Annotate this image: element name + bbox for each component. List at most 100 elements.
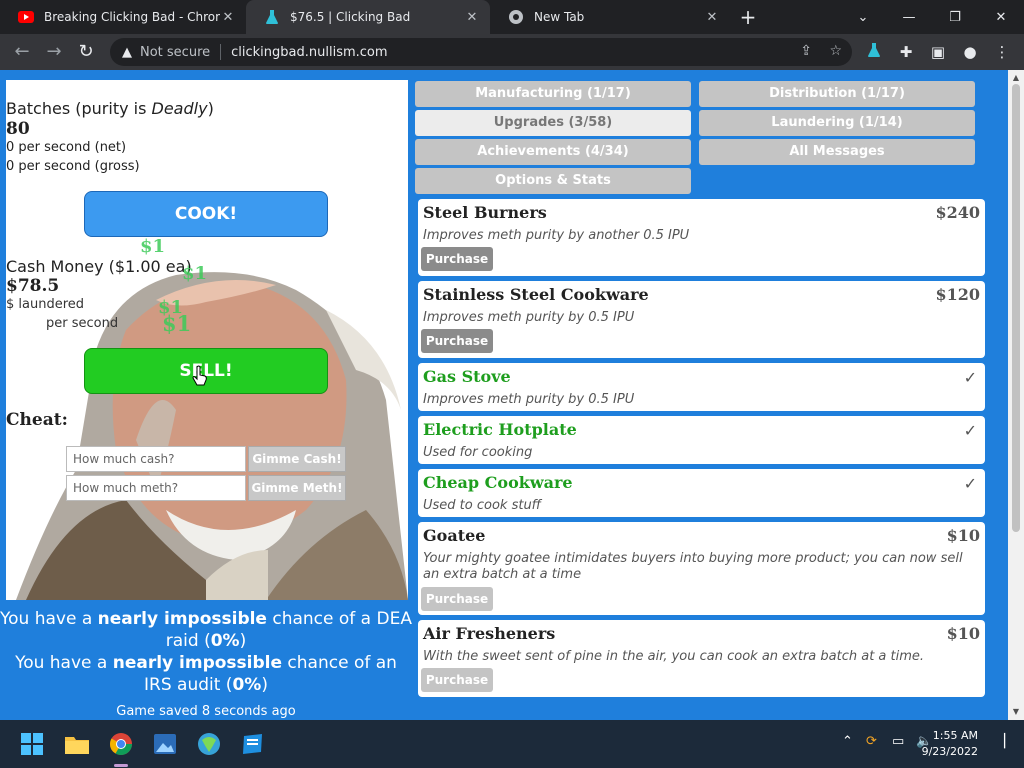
per-second-text: per second: [46, 316, 119, 331]
system-clock[interactable]: 1:55 AM 9/23/2022: [922, 728, 978, 760]
batches-count: 80: [6, 119, 30, 139]
risk-percent: 0%: [210, 631, 240, 651]
chrome-taskbar-icon[interactable]: [105, 728, 137, 760]
upgrade-name: Goatee: [423, 526, 486, 545]
tab-manufacturing[interactable]: Manufacturing (1/17): [415, 81, 691, 107]
browser-tab-active[interactable]: $76.5 | Clicking Bad ✕: [246, 0, 490, 34]
tab-upgrades[interactable]: Upgrades (3/58): [415, 110, 691, 136]
close-window-icon[interactable]: ✕: [978, 0, 1024, 34]
upgrade-description: Used for cooking: [423, 445, 533, 460]
close-icon[interactable]: ✕: [704, 10, 720, 25]
tab-options-stats[interactable]: Options & Stats: [415, 168, 691, 194]
tab-search-icon[interactable]: ⌄: [840, 0, 886, 34]
browser-tab[interactable]: Breaking Clicking Bad - Chrome W ✕: [0, 0, 246, 34]
page-scrollbar[interactable]: ▲ ▼: [1008, 70, 1024, 720]
upgrade-name: Stainless Steel Cookware: [423, 285, 649, 304]
upgrade-price: $10: [946, 624, 980, 643]
risk-level: nearly impossible: [112, 653, 283, 673]
clock-date: 9/23/2022: [921, 745, 978, 758]
browser-app-icon[interactable]: [193, 728, 225, 760]
share-icon[interactable]: ⇪: [800, 43, 812, 59]
browser-tab[interactable]: New Tab ✕: [490, 0, 730, 34]
meth-amount-input[interactable]: [66, 475, 246, 501]
tab-title: Breaking Clicking Bad - Chrome W: [44, 10, 220, 24]
scrollbar-thumb[interactable]: [1012, 84, 1020, 532]
upgrade-item: Air Fresheners $10 With the sweet sent o…: [418, 620, 985, 697]
chevron-up-icon[interactable]: ⌃: [842, 734, 853, 749]
upgrade-name: Electric Hotplate: [423, 420, 577, 439]
floating-dollar: $1: [140, 236, 166, 257]
display-icon[interactable]: ▭: [892, 734, 904, 749]
checkmark-icon: ✓: [963, 421, 977, 440]
cash-amount-input[interactable]: [66, 446, 246, 472]
risk-text: ): [239, 631, 247, 651]
tab-title: $76.5 | Clicking Bad: [290, 10, 411, 24]
cash-amount: $78.5: [6, 276, 60, 296]
divider: [220, 44, 222, 60]
url-text: clickingbad.nullism.com: [231, 44, 388, 60]
tab-distribution[interactable]: Distribution (1/17): [699, 81, 975, 107]
extensions-icon[interactable]: ✚: [896, 42, 916, 62]
app-icon[interactable]: [237, 728, 269, 760]
chrome-icon: [508, 9, 524, 25]
address-bar[interactable]: ▲ Not secure clickingbad.nullism.com ⇪ ☆: [110, 38, 852, 66]
rate-net: 0 per second (net): [6, 140, 127, 155]
upgrade-item: Stainless Steel Cookware $120 Improves m…: [418, 281, 985, 358]
irs-risk-text: You have a nearly impossible chance of a…: [0, 652, 412, 696]
upgrade-description: Your mighty goatee intimidates buyers in…: [423, 551, 963, 582]
checkmark-icon: ✓: [963, 474, 977, 493]
left-panel: Batches (purity is Deadly) 80 0 per seco…: [6, 80, 408, 600]
upgrade-name: Steel Burners: [423, 203, 547, 222]
tab-achievements[interactable]: Achievements (4/34): [415, 139, 691, 165]
file-explorer-icon[interactable]: [61, 728, 93, 760]
gimme-meth-button[interactable]: Gimme Meth!: [248, 475, 346, 501]
gimme-cash-button[interactable]: Gimme Cash!: [248, 446, 346, 472]
tab-laundering[interactable]: Laundering (1/14): [699, 110, 975, 136]
windows-taskbar: ⌃ ⟳ ▭ 🔈 1:55 AM 9/23/2022 ▏: [0, 720, 1024, 768]
upgrade-item: Goatee $10 Your mighty goatee intimidate…: [418, 522, 985, 615]
upgrade-item-owned: Gas Stove ✓ Improves meth purity by 0.5 …: [418, 363, 985, 411]
tab-all-messages[interactable]: All Messages: [699, 139, 975, 165]
upgrade-price: $120: [935, 285, 980, 304]
notification-icon[interactable]: ▏: [1004, 734, 1014, 749]
portrait-image: [6, 80, 408, 600]
batches-title: Batches (purity is Deadly): [6, 99, 408, 118]
cook-button[interactable]: COOK!: [84, 191, 328, 237]
menu-icon[interactable]: ⋮: [992, 42, 1012, 62]
minimize-icon[interactable]: —: [886, 0, 932, 34]
scroll-down-icon[interactable]: ▼: [1008, 704, 1024, 720]
purchase-button[interactable]: Purchase: [421, 329, 493, 353]
new-tab-button[interactable]: +: [738, 6, 758, 28]
purity-value: Deadly: [151, 99, 208, 118]
upgrade-description: Improves meth purity by 0.5 IPU: [423, 310, 635, 325]
floating-dollar: $1: [162, 311, 192, 336]
back-icon[interactable]: ←: [10, 40, 34, 64]
save-status: Game saved 8 seconds ago: [116, 704, 296, 719]
bookmark-star-icon[interactable]: ☆: [829, 43, 842, 59]
flask-extension-icon[interactable]: [864, 42, 884, 62]
flask-icon: [264, 9, 280, 25]
side-panel-icon[interactable]: ▣: [928, 42, 948, 62]
photos-icon[interactable]: [149, 728, 181, 760]
youtube-icon: [18, 9, 34, 25]
upgrade-name: Gas Stove: [423, 367, 511, 386]
windows-start-icon[interactable]: [16, 728, 48, 760]
close-icon[interactable]: ✕: [464, 10, 480, 25]
browser-tab-strip: Breaking Clicking Bad - Chrome W ✕ $76.5…: [0, 0, 1024, 34]
purchase-button[interactable]: Purchase: [421, 247, 493, 271]
forward-icon[interactable]: →: [42, 40, 66, 64]
hand-cursor-icon: [192, 365, 207, 386]
close-icon[interactable]: ✕: [220, 10, 236, 25]
upgrade-item-owned: Electric Hotplate ✓ Used for cooking: [418, 416, 985, 464]
purchase-button[interactable]: Purchase: [421, 668, 493, 692]
laundered-text: $ laundered: [6, 297, 85, 312]
browser-toolbar: ← → ↻ ▲ Not secure clickingbad.nullism.c…: [0, 34, 1024, 70]
restore-icon[interactable]: ❐: [932, 0, 978, 34]
risk-level: nearly impossible: [97, 609, 267, 629]
reload-icon[interactable]: ↻: [74, 40, 98, 64]
page-content: Batches (purity is Deadly) 80 0 per seco…: [0, 70, 1024, 720]
sync-icon[interactable]: ⟳: [866, 734, 877, 749]
risk-percent: 0%: [232, 675, 262, 695]
purchase-button[interactable]: Purchase: [421, 587, 493, 611]
profile-icon[interactable]: ●: [960, 42, 980, 62]
